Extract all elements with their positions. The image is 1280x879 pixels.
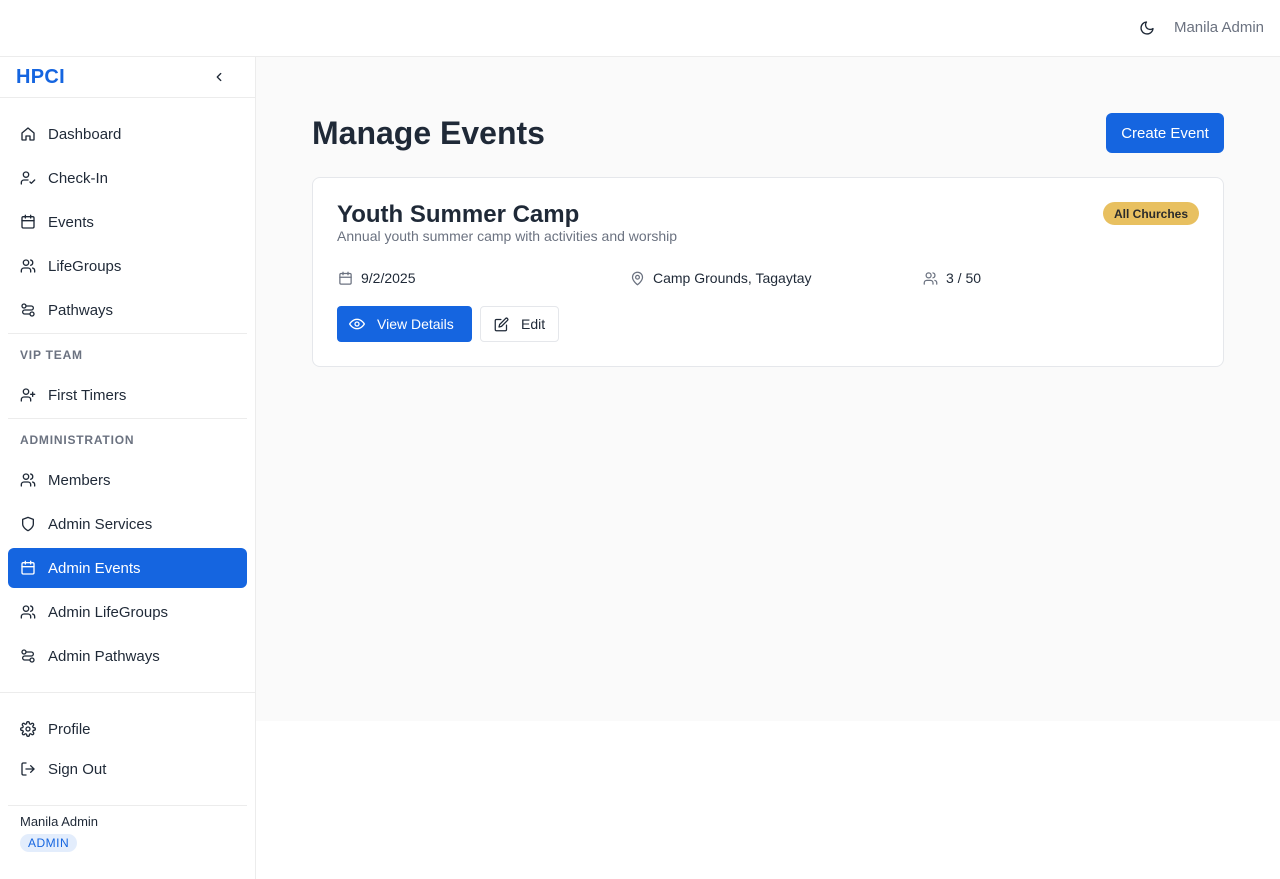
edit-button[interactable]: Edit xyxy=(480,306,559,342)
sidebar-item-members[interactable]: Members xyxy=(8,460,247,500)
eye-icon xyxy=(349,316,365,332)
sidebar-item-sign-out[interactable]: Sign Out xyxy=(8,749,247,789)
calendar-icon xyxy=(20,560,36,576)
gear-icon xyxy=(20,721,36,737)
divider xyxy=(0,692,255,693)
sidebar-item-events[interactable]: Events xyxy=(8,202,247,242)
edit-label: Edit xyxy=(521,316,546,332)
sidebar-item-label: Admin Pathways xyxy=(48,647,160,665)
users-icon xyxy=(20,472,36,488)
sidebar-item-label: Pathways xyxy=(48,301,114,319)
route-icon xyxy=(20,302,36,318)
event-card: Youth Summer Camp Annual youth summer ca… xyxy=(312,177,1224,367)
edit-icon xyxy=(494,317,509,332)
top-bar: Manila Admin xyxy=(0,0,1280,57)
sidebar-item-check-in[interactable]: Check-In xyxy=(8,158,247,198)
sidebar-item-label: Admin Events xyxy=(48,559,141,577)
sidebar-item-label: Admin Services xyxy=(48,515,153,533)
sidebar-user-name: Manila Admin xyxy=(20,814,99,829)
user-check-icon xyxy=(20,170,36,186)
sidebar-item-label: Events xyxy=(48,213,94,231)
sidebar-item-pathways[interactable]: Pathways xyxy=(8,290,247,330)
user-plus-icon xyxy=(20,387,36,403)
sidebar-item-dashboard[interactable]: Dashboard xyxy=(8,114,247,154)
chevron-left-icon[interactable] xyxy=(211,69,227,85)
sidebar-item-label: Members xyxy=(48,471,111,489)
create-event-button[interactable]: Create Event xyxy=(1106,113,1224,153)
event-capacity-text: 3 / 50 xyxy=(946,270,982,286)
sidebar: HPCI Dashboard Check-In Events LifeGroup… xyxy=(0,57,256,879)
sidebar-item-label: Dashboard xyxy=(48,125,122,143)
shield-icon xyxy=(20,516,36,532)
view-details-button[interactable]: View Details xyxy=(337,306,472,342)
divider xyxy=(8,805,247,806)
sidebar-item-profile[interactable]: Profile xyxy=(8,709,247,749)
view-details-label: View Details xyxy=(377,316,454,332)
event-location-text: Camp Grounds, Tagaytay xyxy=(653,270,812,286)
main-content: Manage Events Create Event Youth Summer … xyxy=(256,57,1280,721)
event-title: Youth Summer Camp xyxy=(337,201,580,228)
event-location: Camp Grounds, Tagaytay xyxy=(629,270,812,286)
sidebar-item-admin-lifegroups[interactable]: Admin LifeGroups xyxy=(8,592,247,632)
sidebar-item-label: Profile xyxy=(48,720,91,738)
brand-logo[interactable]: HPCI xyxy=(16,66,65,89)
divider xyxy=(8,333,247,334)
event-description: Annual youth summer camp with activities… xyxy=(337,228,678,244)
calendar-icon xyxy=(337,270,353,286)
top-user-name[interactable]: Manila Admin xyxy=(1174,19,1264,36)
users-icon xyxy=(922,270,938,286)
users-icon xyxy=(20,258,36,274)
scope-badge: All Churches xyxy=(1102,202,1199,225)
divider xyxy=(8,418,247,419)
sidebar-item-label: LifeGroups xyxy=(48,257,122,275)
sidebar-header: HPCI xyxy=(0,57,255,98)
sidebar-item-admin-pathways[interactable]: Admin Pathways xyxy=(8,636,247,676)
sidebar-item-label: Admin LifeGroups xyxy=(48,603,169,621)
sidebar-item-lifegroups[interactable]: LifeGroups xyxy=(8,246,247,286)
event-date: 9/2/2025 xyxy=(337,270,416,286)
map-pin-icon xyxy=(629,270,645,286)
route-icon xyxy=(20,648,36,664)
page-title: Manage Events xyxy=(312,115,545,151)
section-label-administration: ADMINISTRATION xyxy=(20,433,135,447)
users-icon xyxy=(20,604,36,620)
sidebar-item-label: First Timers xyxy=(48,386,127,404)
moon-icon[interactable] xyxy=(1137,18,1157,38)
sidebar-item-admin-events[interactable]: Admin Events xyxy=(8,548,247,588)
section-label-vip: VIP TEAM xyxy=(20,348,83,362)
event-capacity: 3 / 50 xyxy=(922,270,981,286)
event-date-text: 9/2/2025 xyxy=(361,270,416,286)
role-badge: ADMIN xyxy=(20,834,78,852)
sidebar-item-label: Sign Out xyxy=(48,760,107,778)
sidebar-item-label: Check-In xyxy=(48,169,109,187)
sign-out-icon xyxy=(20,761,36,777)
home-icon xyxy=(20,126,36,142)
calendar-icon xyxy=(20,214,36,230)
sidebar-item-first-timers[interactable]: First Timers xyxy=(8,375,247,415)
sidebar-item-admin-services[interactable]: Admin Services xyxy=(8,504,247,544)
